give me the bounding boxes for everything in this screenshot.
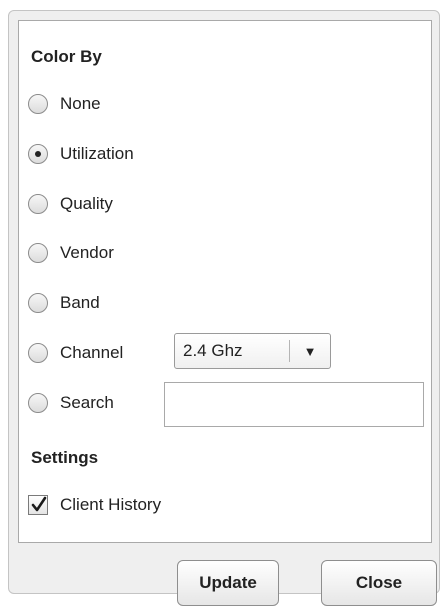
radio-button[interactable]: [28, 194, 48, 214]
client-history-label: Client History: [60, 495, 162, 514]
client-history-checkbox[interactable]: [28, 495, 48, 515]
radio-button[interactable]: [28, 343, 48, 363]
radio-label: Search: [60, 393, 114, 412]
checkmark-icon: [31, 496, 47, 512]
update-button[interactable]: Update: [177, 560, 279, 606]
channel-band-select[interactable]: 2.4 Ghz ▼: [174, 333, 331, 369]
radio-option-vendor[interactable]: Vendor: [28, 238, 114, 268]
radio-option-quality[interactable]: Quality: [28, 189, 113, 219]
radio-option-none[interactable]: None: [28, 89, 101, 119]
radio-label: Channel: [60, 343, 124, 362]
radio-label: None: [60, 94, 101, 113]
radio-option-utilization[interactable]: Utilization: [28, 139, 134, 169]
radio-button[interactable]: [28, 144, 48, 164]
radio-option-band[interactable]: Band: [28, 288, 100, 318]
radio-label: Utilization: [60, 144, 134, 163]
radio-label: Vendor: [60, 243, 114, 262]
radio-button[interactable]: [28, 393, 48, 413]
search-input[interactable]: [164, 382, 424, 427]
radio-label: Band: [60, 293, 100, 312]
radio-label: Quality: [60, 194, 113, 213]
radio-option-channel[interactable]: Channel: [28, 338, 123, 368]
radio-button[interactable]: [28, 243, 48, 263]
dropdown-arrow-icon[interactable]: ▼: [290, 344, 330, 359]
radio-option-search[interactable]: Search: [28, 388, 114, 418]
options-panel: Color By None Utilization Quality Vendor…: [18, 20, 432, 543]
channel-band-value: 2.4 Ghz: [183, 341, 243, 360]
close-button[interactable]: Close: [321, 560, 437, 606]
radio-selected-dot: [35, 151, 41, 157]
radio-button[interactable]: [28, 293, 48, 313]
color-by-dialog: Color By None Utilization Quality Vendor…: [8, 10, 440, 606]
client-history-option[interactable]: Client History: [28, 490, 161, 520]
radio-button[interactable]: [28, 94, 48, 114]
settings-title: Settings: [31, 448, 99, 467]
color-by-title: Color By: [31, 47, 102, 66]
